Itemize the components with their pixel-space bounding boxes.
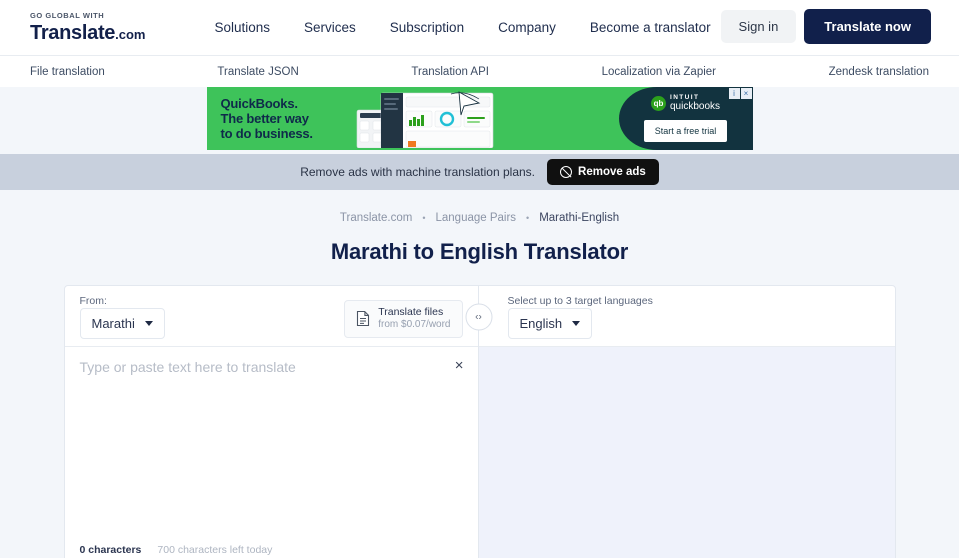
translator-widget: From: Marathi Translate files from $0.07…: [63, 285, 896, 558]
breadcrumb-separator-icon: •: [526, 213, 530, 223]
advertisement-strip: QuickBooks. The better way to do busines…: [0, 87, 959, 154]
logo-name: Translate: [30, 21, 116, 44]
site-header: GO GLOBAL WITH Translate.com Solutions S…: [0, 0, 959, 55]
site-logo[interactable]: GO GLOBAL WITH Translate.com: [30, 12, 145, 43]
ad-cta-button[interactable]: Start a free trial: [643, 120, 728, 143]
source-text-placeholder: Type or paste text here to translate: [79, 359, 296, 375]
subnav-item-translation-api[interactable]: Translation API: [411, 66, 489, 78]
translation-output-area: [478, 347, 895, 558]
source-panel: From: Marathi Translate files from $0.07…: [64, 286, 479, 558]
nav-item-services[interactable]: Services: [287, 20, 373, 35]
target-panel: Select up to 3 target languages English: [478, 286, 895, 558]
ad-headline-line-3: to do business.: [220, 126, 314, 142]
breadcrumb: Translate.com • Language Pairs • Marathi…: [0, 212, 959, 224]
translate-files-text: Translate files from $0.07/word: [378, 306, 450, 332]
subnav-item-localization-via-zapier[interactable]: Localization via Zapier: [602, 66, 716, 78]
ad-headline-line-2: The better way: [220, 110, 309, 126]
target-language-value: English: [519, 315, 563, 331]
quickbooks-label: quickbooks: [669, 100, 721, 112]
character-count: 0 characters: [79, 544, 142, 556]
header-actions: Sign in Translate now: [720, 9, 931, 44]
breadcrumb-item-language-pairs[interactable]: Language Pairs: [435, 212, 516, 224]
clear-text-icon[interactable]: ×: [455, 358, 464, 373]
ad-controls: i ×: [728, 88, 752, 99]
characters-left-today: 700 characters left today: [157, 544, 273, 556]
ad-headline-line-1: QuickBooks.: [220, 95, 298, 111]
quickbooks-badge-icon: qb: [650, 96, 666, 111]
breadcrumb-item-current: Marathi-English: [539, 212, 620, 224]
source-panel-header: From: Marathi Translate files from $0.07…: [64, 286, 478, 347]
ad-close-icon[interactable]: ×: [740, 88, 752, 99]
subnav-item-zendesk-translation[interactable]: Zendesk translation: [829, 66, 929, 78]
ad-headline: QuickBooks. The better way to do busines…: [220, 95, 314, 142]
main-navigation: Solutions Services Subscription Company …: [197, 20, 727, 35]
remove-ads-button-label: Remove ads: [578, 166, 646, 178]
source-language-label: From:: [79, 295, 107, 307]
source-language-value: Marathi: [91, 315, 135, 331]
source-language-select[interactable]: Marathi: [79, 307, 165, 339]
quickbooks-wordmark: INTUIT quickbooks: [669, 94, 721, 112]
nav-item-subscription[interactable]: Subscription: [373, 20, 481, 35]
target-panel-header: Select up to 3 target languages English: [478, 286, 895, 347]
remove-ads-text: Remove ads with machine translation plan…: [300, 165, 536, 179]
secondary-navigation: File translation Translate JSON Translat…: [0, 55, 959, 87]
intuit-quickbooks-logo: qb INTUIT quickbooks: [650, 94, 721, 112]
logo-tld: .com: [115, 26, 146, 42]
remove-ads-bar: Remove ads with machine translation plan…: [0, 154, 959, 190]
remove-ads-button[interactable]: Remove ads: [547, 159, 659, 185]
chevron-down-icon: [144, 320, 153, 326]
swap-languages-button[interactable]: ‹›: [465, 303, 492, 331]
target-language-label: Select up to 3 target languages: [507, 295, 653, 307]
nav-item-company[interactable]: Company: [481, 20, 573, 35]
breadcrumb-item-translate-com[interactable]: Translate.com: [340, 212, 412, 224]
page-content: Translate.com • Language Pairs • Marathi…: [0, 190, 959, 558]
sign-in-button[interactable]: Sign in: [720, 10, 797, 43]
translate-now-button[interactable]: Translate now: [804, 9, 931, 44]
no-ads-icon: [560, 166, 573, 178]
translate-files-subtitle: from $0.07/word: [378, 319, 451, 331]
chevron-down-icon: [572, 320, 581, 326]
document-icon: [357, 311, 370, 327]
source-editor-footer: 0 characters 700 characters left today: [65, 544, 478, 558]
source-text-editor[interactable]: Type or paste text here to translate ×: [65, 347, 478, 544]
ad-dashboard-illustration: [356, 91, 493, 148]
adchoices-info-icon[interactable]: i: [728, 88, 740, 99]
logo-wordmark: Translate.com: [30, 23, 145, 43]
nav-item-solutions[interactable]: Solutions: [197, 20, 287, 35]
page-title: Marathi to English Translator: [330, 239, 629, 264]
subnav-item-file-translation[interactable]: File translation: [30, 66, 105, 78]
nav-item-become-a-translator[interactable]: Become a translator: [573, 20, 728, 35]
translate-files-title: Translate files: [378, 306, 444, 318]
target-language-select[interactable]: English: [507, 307, 593, 339]
ad-left-panel: QuickBooks. The better way to do busines…: [206, 87, 619, 150]
subnav-item-translate-json[interactable]: Translate JSON: [217, 66, 298, 78]
logo-kicker: GO GLOBAL WITH: [30, 11, 105, 21]
breadcrumb-separator-icon: •: [422, 213, 426, 223]
quickbooks-ad[interactable]: QuickBooks. The better way to do busines…: [206, 87, 753, 150]
translate-files-button[interactable]: Translate files from $0.07/word: [344, 300, 463, 338]
